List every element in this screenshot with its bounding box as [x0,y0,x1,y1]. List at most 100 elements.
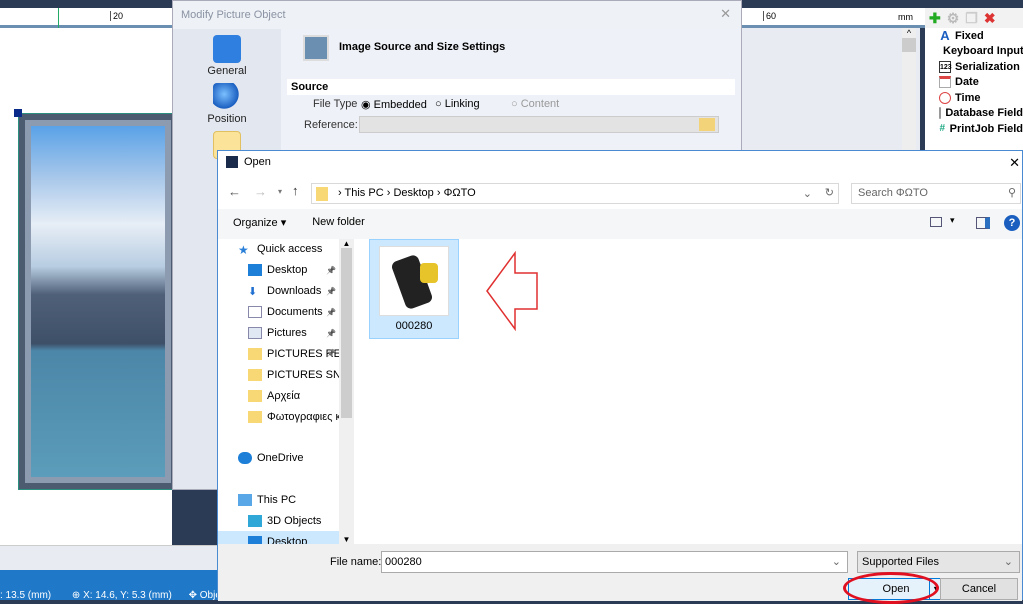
variable-keyboard-input[interactable]: Keyboard Input [925,44,1023,60]
nav-position[interactable]: Position [173,83,281,125]
radio-content[interactable]: ○ Content [511,98,559,110]
ruler-label: 20 [110,11,123,21]
nav-item[interactable]: OneDrive [218,448,354,469]
vertical-scrollbar[interactable]: ^ [902,28,916,150]
status-position: X: 14.6, Y: 5.3 (mm) [83,590,172,601]
pin-icon[interactable]: 📌 [326,349,336,358]
nav-item-label: 3D Objects [267,515,322,528]
reference-input[interactable] [359,116,719,133]
nav-item-label: Pictures [267,327,307,339]
nav-item[interactable]: Documents 📌 [218,302,354,323]
chevron-down-icon[interactable]: ▾ [950,215,955,226]
database-icon [939,107,942,120]
nav-item [218,469,354,490]
close-icon[interactable]: ✕ [1009,155,1020,171]
status-bar: : 13.5 (mm) ⊕ X: 14.6, Y: 5.3 (mm) ✥ Obj… [0,570,226,601]
up-icon[interactable]: ↑ [292,183,299,198]
nav-item[interactable]: ⬇ Downloads 📌 [218,281,354,302]
dialog-title: Modify Picture Object [173,1,741,29]
pin-icon[interactable]: 📌 [326,329,336,338]
preview-pane-icon[interactable] [976,217,990,229]
nav-general[interactable]: General [173,35,281,77]
chevron-down-icon[interactable]: ⌄ [803,187,812,200]
app-icon [226,156,238,168]
design-area: ^ [742,28,920,150]
pin-icon[interactable]: 📌 [326,308,336,317]
view-options-icon[interactable] [930,217,942,227]
file-list[interactable]: 000280 [355,239,1022,544]
nav-item[interactable]: Αρχεία [218,385,354,406]
cancel-button[interactable]: Cancel [940,578,1018,600]
nav-item-label: Desktop [267,535,308,544]
folder-icon [316,187,328,201]
nav-item[interactable]: This PC [218,490,354,511]
picture-object[interactable] [18,113,178,490]
folder-icon [248,389,262,402]
nav-item[interactable]: 3D Objects [218,511,354,532]
download-icon: ⬇ [248,286,258,299]
new-folder-button[interactable]: New folder [312,216,365,232]
address-bar[interactable]: › This PC › Desktop › ΦΩΤΟ ⌄ ↻ [311,183,839,204]
ruler-unit: mm [898,12,913,22]
nav-item[interactable]: ★ Quick access [218,239,354,260]
variable-serialization[interactable]: 123 Serialization [925,59,1023,75]
nav-item[interactable]: Pictures 📌 [218,323,354,344]
file-name-input[interactable]: 000280 ⌄ [381,551,848,573]
radio-linking[interactable]: ○ Linking [435,98,480,110]
browse-folder-icon[interactable] [699,118,715,131]
variable-fixed[interactable]: A Fixed [925,28,1023,44]
pin-icon[interactable]: 📌 [326,266,336,275]
search-input[interactable]: Search ΦΩΤΟ ⚲ [851,183,1021,204]
nav-item[interactable]: PICTURES REAL 📌 [218,343,354,364]
back-icon[interactable]: ← [228,184,241,199]
folder-icon [248,368,262,381]
copy-icon[interactable]: ❐ [965,10,978,26]
navigation-pane[interactable]: ★ Quick access Desktop 📌 ⬇ Downloads 📌 Document… [218,239,354,544]
clock-icon [939,91,951,104]
nav-item[interactable]: Desktop [218,531,354,544]
gear-icon[interactable]: ⚙ [947,10,960,26]
file-name-label: File name: [330,556,382,568]
add-icon[interactable]: ✚ [929,10,941,26]
refresh-icon[interactable]: ↻ [825,186,834,199]
dialog-title: Open [244,156,271,168]
variable-date[interactable]: Date [925,75,1023,91]
close-icon[interactable]: ✕ [720,6,731,22]
file-item[interactable]: 000280 [369,239,459,339]
radio-embedded[interactable]: ◉ Embedded [361,98,427,111]
nav-item-label: This PC [257,494,297,507]
organize-button[interactable]: Organize ▾ [233,216,286,232]
variable-database-field[interactable]: Database Field [925,106,1023,122]
status-size: : 13.5 (mm) [0,590,52,601]
file-type-filter[interactable]: Supported Files ⌄ [857,551,1020,573]
documents-icon [248,306,262,319]
nav-item [218,427,354,448]
nav-scrollbar[interactable]: ▲ ▼ [339,239,354,544]
breadcrumb-item[interactable]: Desktop [393,187,433,199]
variable-time[interactable]: Time [925,90,1023,106]
nav-item-label: OneDrive [257,452,304,465]
folder-icon [248,410,262,423]
tag-icon [213,35,241,63]
pc-icon [238,494,252,507]
canvas-scrollbar[interactable] [0,545,217,570]
pictures-icon [248,327,262,339]
variable-printjob-field[interactable]: # PrintJob Field [925,121,1023,137]
pin-icon[interactable]: 📌 [326,287,336,296]
resize-handle[interactable] [14,109,22,117]
breadcrumb-item[interactable]: This PC [345,187,384,199]
forward-icon[interactable]: → [254,184,267,199]
help-icon[interactable]: ? [1004,215,1020,231]
nav-item[interactable]: Desktop 📌 [218,260,354,281]
source-header: Source [287,79,735,95]
picture-icon [303,35,329,61]
nav-item[interactable]: Φωτογραφιες κ [218,406,354,427]
search-icon: ⚲ [1007,187,1016,199]
breadcrumb-item[interactable]: ΦΩΤΟ [444,187,476,199]
delete-icon[interactable]: ✖ [984,10,996,26]
nav-item[interactable]: PICTURES SNIPER [218,364,354,385]
nav-item-label: Documents [267,306,323,319]
nav-item-label: Αρχεία [267,389,301,402]
recent-dropdown-icon[interactable]: ▾ [278,187,282,196]
nav-item-label: Φωτογραφιες κ [267,410,341,423]
